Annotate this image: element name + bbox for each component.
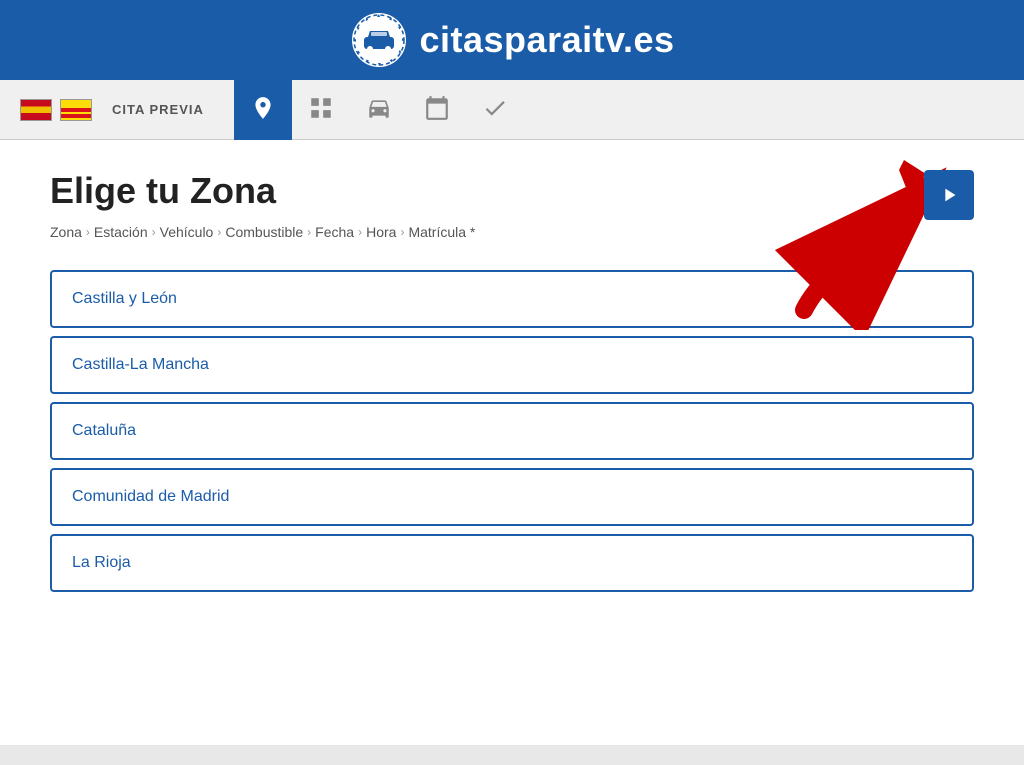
breadcrumb-sep-6: › bbox=[400, 225, 404, 239]
zone-item-label: Cataluña bbox=[72, 422, 136, 439]
page-title: Elige tu Zona bbox=[50, 170, 974, 212]
tab-grid[interactable] bbox=[292, 80, 350, 140]
tab-car[interactable] bbox=[350, 80, 408, 140]
main-navbar: CITA PREVIA bbox=[0, 80, 1024, 140]
language-flags bbox=[20, 99, 92, 121]
zone-item-castilla-la-mancha[interactable]: Castilla-La Mancha bbox=[50, 336, 974, 394]
car-icon bbox=[366, 95, 392, 121]
next-button[interactable] bbox=[924, 170, 974, 220]
breadcrumb-sep-5: › bbox=[358, 225, 362, 239]
tab-calendar[interactable] bbox=[408, 80, 466, 140]
zone-item-castilla-leon[interactable]: Castilla y León bbox=[50, 270, 974, 328]
breadcrumb-sep-4: › bbox=[307, 225, 311, 239]
breadcrumb-sep-2: › bbox=[152, 225, 156, 239]
step-tabs bbox=[234, 80, 524, 140]
zone-list: Castilla y León Castilla-La Mancha Catal… bbox=[50, 270, 974, 592]
check-icon bbox=[482, 95, 508, 121]
breadcrumb-zona[interactable]: Zona bbox=[50, 224, 82, 240]
zone-item-la-rioja[interactable]: La Rioja bbox=[50, 534, 974, 592]
breadcrumb-matricula[interactable]: Matrícula * bbox=[408, 224, 475, 240]
breadcrumb-sep-1: › bbox=[86, 225, 90, 239]
zone-item-comunidad-madrid[interactable]: Comunidad de Madrid bbox=[50, 468, 974, 526]
arrow-right-icon bbox=[938, 184, 960, 206]
tab-check[interactable] bbox=[466, 80, 524, 140]
breadcrumb-combustible[interactable]: Combustible bbox=[225, 224, 303, 240]
site-header: citasparaitv.es bbox=[0, 0, 1024, 80]
main-content: Elige tu Zona Zona › Estación › Vehículo… bbox=[0, 140, 1024, 745]
breadcrumb-sep-3: › bbox=[217, 225, 221, 239]
location-icon bbox=[250, 95, 276, 121]
breadcrumb: Zona › Estación › Vehículo › Combustible… bbox=[50, 224, 974, 240]
site-title: citasparaitv.es bbox=[420, 19, 675, 61]
zone-item-cataluna[interactable]: Cataluña bbox=[50, 402, 974, 460]
grid-icon bbox=[308, 95, 334, 121]
breadcrumb-vehiculo[interactable]: Vehículo bbox=[160, 224, 214, 240]
breadcrumb-hora[interactable]: Hora bbox=[366, 224, 396, 240]
zone-item-label: La Rioja bbox=[72, 554, 131, 571]
calendar-icon bbox=[424, 95, 450, 121]
breadcrumb-estacion[interactable]: Estación bbox=[94, 224, 148, 240]
zone-item-label: Comunidad de Madrid bbox=[72, 488, 229, 505]
cita-previa-label: CITA PREVIA bbox=[112, 102, 204, 117]
breadcrumb-fecha[interactable]: Fecha bbox=[315, 224, 354, 240]
zone-item-label: Castilla y León bbox=[72, 290, 177, 307]
zone-item-label: Castilla-La Mancha bbox=[72, 356, 209, 373]
site-logo bbox=[350, 11, 408, 69]
flag-spain[interactable] bbox=[20, 99, 52, 121]
flag-catalonia[interactable] bbox=[60, 99, 92, 121]
tab-location[interactable] bbox=[234, 80, 292, 140]
